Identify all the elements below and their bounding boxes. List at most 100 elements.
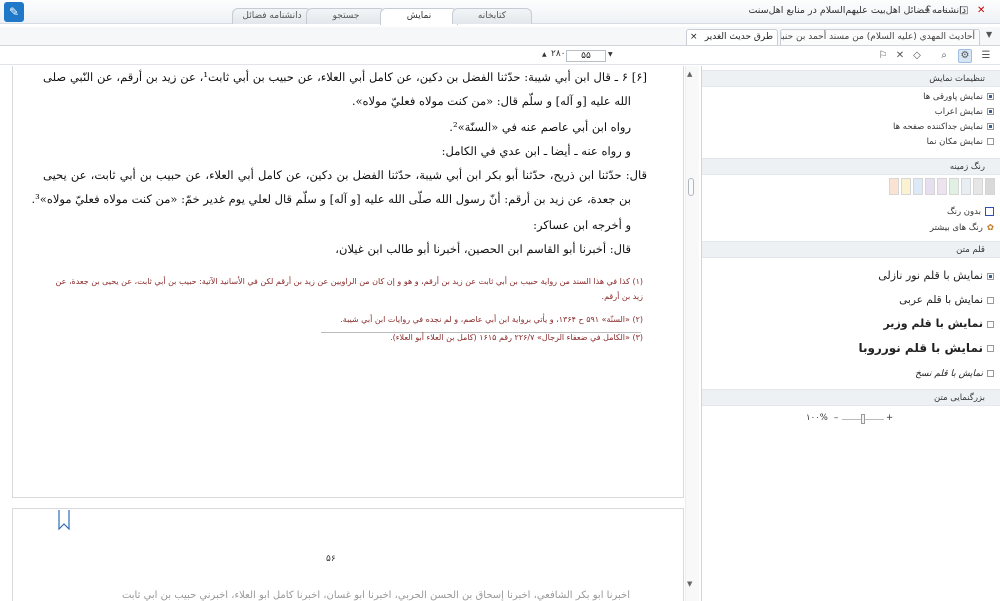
swatch-5[interactable] xyxy=(937,178,947,195)
page-up-icon[interactable]: ▲ xyxy=(542,51,547,58)
option-label: نمایش با قلم نورروبا xyxy=(858,341,983,355)
page-number: ۵۶ xyxy=(326,554,336,564)
search-icon[interactable]: ⌕ xyxy=(937,49,951,63)
footnote: (۲) «السنّة» ۵۹۱ ح ۱۳۶۴، و يأتي برواية ا… xyxy=(340,315,643,324)
swatch-6[interactable] xyxy=(949,178,959,195)
option-label: نمایش با قلم عربی xyxy=(899,294,983,306)
swatch-9[interactable] xyxy=(985,178,995,195)
section-header-display-settings: تنظیمات نمایش xyxy=(702,70,1000,87)
maximize-button[interactable]: □ xyxy=(959,4,968,18)
tab-label: نمایش xyxy=(406,11,432,21)
footnote: (۳) «الكامل في ضعفاء الرجال» ۲۲۶/۷ رقم ۱… xyxy=(390,333,643,342)
option-show-cursor[interactable]: نمایش مکان نما xyxy=(927,137,994,147)
swatch-7[interactable] xyxy=(961,178,971,195)
radio-unchecked[interactable] xyxy=(987,320,994,328)
title-bar: ✎ دانشنامه فضائل جستجو نمایش کتابخانه دا… xyxy=(0,0,1000,25)
page-next xyxy=(12,508,684,601)
eraser-icon[interactable]: ◇ xyxy=(910,49,924,63)
font-option-naskh[interactable]: نمایش با قلم نسخ xyxy=(915,369,994,379)
toolbar: ▲ ۲۸۰ ▼ ۵۵ ⚐ ✕ ◇ ⌕ ⚙ ☰ xyxy=(0,47,1000,65)
document-tab-bar: أحاديث المهدي (عليه السلام) من مسند أحمد… xyxy=(0,27,1000,46)
text-line: رواه ابن أبي عاصم عنه في «السنّة»². xyxy=(449,120,631,134)
scroll-down-icon[interactable]: ▼ xyxy=(687,580,692,588)
close-button[interactable]: ✕ xyxy=(977,4,985,18)
vertical-scrollbar[interactable] xyxy=(685,66,699,601)
checkbox-checked[interactable] xyxy=(987,108,994,115)
font-option-vazir[interactable]: نمایش با قلم وزیر xyxy=(883,317,994,330)
page-down-icon[interactable]: ▼ xyxy=(608,51,613,58)
option-show-footnotes[interactable]: نمایش پاورقی ها xyxy=(923,92,994,102)
checkbox-unchecked[interactable] xyxy=(987,138,994,145)
tab-search[interactable]: جستجو xyxy=(306,8,386,24)
option-label: نمایش اعراب xyxy=(934,107,983,117)
tab-label: جستجو xyxy=(332,11,360,21)
section-header-zoom: بزرگنمایی متن xyxy=(702,389,1000,406)
checkbox-checked[interactable] xyxy=(987,123,994,130)
page-bookmark-icon[interactable] xyxy=(58,510,70,530)
radio-checked[interactable] xyxy=(987,272,994,280)
option-label: نمایش با قلم نور نازلی xyxy=(878,269,983,282)
tabs-dropdown-icon[interactable]: ▼ xyxy=(986,30,992,39)
option-label: نمایش جداکننده صفحه ها xyxy=(893,122,983,132)
option-label: نمایش با قلم وزیر xyxy=(883,317,983,330)
checkbox-checked[interactable] xyxy=(987,93,994,100)
option-label: رنگ های بیشتر xyxy=(929,223,983,233)
text-line: قال: حدّثنا ابن ذريح، حدّثنا أبو بكر ابن… xyxy=(43,168,647,182)
font-option-arabic[interactable]: نمایش با قلم عربی xyxy=(899,294,994,306)
radio-unchecked[interactable] xyxy=(987,296,994,304)
page-number-input[interactable]: ۵۵ xyxy=(566,50,606,62)
text-line: و رواه عنه ـ أيضا ـ ابن عدي في الكامل: xyxy=(441,144,631,158)
doc-tab-label: أحاديث المهدي (عليه السلام) من مسند أحمد… xyxy=(780,32,975,42)
palette-icon: ✿ xyxy=(986,223,994,233)
settings-gear-icon[interactable]: ⚙ xyxy=(958,49,972,63)
zoom-in-button[interactable]: + xyxy=(886,413,893,423)
option-label: نمایش پاورقی ها xyxy=(923,92,983,102)
scroll-up-icon[interactable]: ▲ xyxy=(687,70,692,78)
minimize-button[interactable]: – xyxy=(942,4,947,18)
swatch-8[interactable] xyxy=(973,178,983,195)
option-no-color[interactable]: بدون رنگ xyxy=(947,207,994,217)
option-more-colors[interactable]: ✿رنگ های بیشتر xyxy=(930,223,994,233)
zoom-out-button[interactable]: – xyxy=(834,413,838,423)
section-header-background: رنگ زمینه xyxy=(702,158,1000,175)
tab-display[interactable]: نمایش xyxy=(380,8,458,25)
option-show-diacritics[interactable]: نمایش اعراب xyxy=(935,107,994,117)
text-line: أخبرنا أبو بكر الشافعي، أخبرنا إسحاق بن … xyxy=(121,590,630,601)
tab-library[interactable]: کتابخانه xyxy=(452,8,532,24)
swatch-3[interactable] xyxy=(913,178,923,195)
zoom-value: ۱۰۰% xyxy=(806,413,828,423)
app-logo-icon: ✎ xyxy=(4,2,24,22)
window-title: دانشنامه فضائل اهل‌بیت علیهم‌السلام در م… xyxy=(748,5,966,16)
doc-tab-mahdi-hadiths[interactable]: أحاديث المهدي (عليه السلام) من مسند أحمد… xyxy=(780,29,980,45)
no-color-box-icon[interactable] xyxy=(985,207,994,216)
tab-label: دانشنامه فضائل xyxy=(242,11,302,21)
settings-sidebar: تنظیمات نمایش نمایش پاورقی ها نمایش اعرا… xyxy=(701,66,1000,601)
radio-unchecked[interactable] xyxy=(987,370,994,377)
doc-tab-close-icon[interactable]: × xyxy=(690,30,698,44)
radio-unchecked[interactable] xyxy=(987,345,994,352)
swatch-4[interactable] xyxy=(925,178,935,195)
section-header-font: قلم متن xyxy=(702,241,1000,258)
bookmark-icon[interactable]: ⚐ xyxy=(876,49,890,63)
page-current: [۶] ۶ ـ قال ابن أبي شيبة: حدّثنا الفضل ب… xyxy=(12,66,684,498)
help-button[interactable]: ؟ xyxy=(926,4,931,18)
swatch-1[interactable] xyxy=(889,178,899,195)
text-line: بن جعدة، عن زيد بن أرقم: أنّ رسول الله ص… xyxy=(31,192,632,206)
footnote: (۱) كذا في هذا السند من رواية حبيب بن أب… xyxy=(55,277,643,301)
list-icon[interactable]: ☰ xyxy=(979,49,993,63)
swatch-2[interactable] xyxy=(901,178,911,195)
text-line: و أخرجه ابن عساكر: xyxy=(533,218,631,232)
zoom-control: ۱۰۰% – + xyxy=(806,413,896,425)
option-show-page-separators[interactable]: نمایش جداکننده صفحه ها xyxy=(893,122,994,132)
zoom-slider-thumb[interactable] xyxy=(861,414,865,424)
text-line: [۶] ۶ ـ قال ابن أبي شيبة: حدّثنا الفضل ب… xyxy=(43,70,647,84)
fit-icon[interactable]: ✕ xyxy=(893,49,907,63)
font-option-nazli[interactable]: نمایش با قلم نور نازلی xyxy=(878,269,994,282)
doc-tab-ghadir[interactable]: طرق حديث الغدير × xyxy=(686,29,778,45)
font-option-noorroba[interactable]: نمایش با قلم نورروبا xyxy=(858,341,994,355)
option-label: نمایش با قلم نسخ xyxy=(915,369,983,379)
tab-encyclopedia[interactable]: دانشنامه فضائل xyxy=(232,8,312,24)
text-line: قال: أخبرنا أبو القاسم ابن الحصين، أخبرن… xyxy=(335,242,631,256)
tab-label: کتابخانه xyxy=(477,11,507,21)
scrollbar-thumb[interactable] xyxy=(688,178,694,196)
